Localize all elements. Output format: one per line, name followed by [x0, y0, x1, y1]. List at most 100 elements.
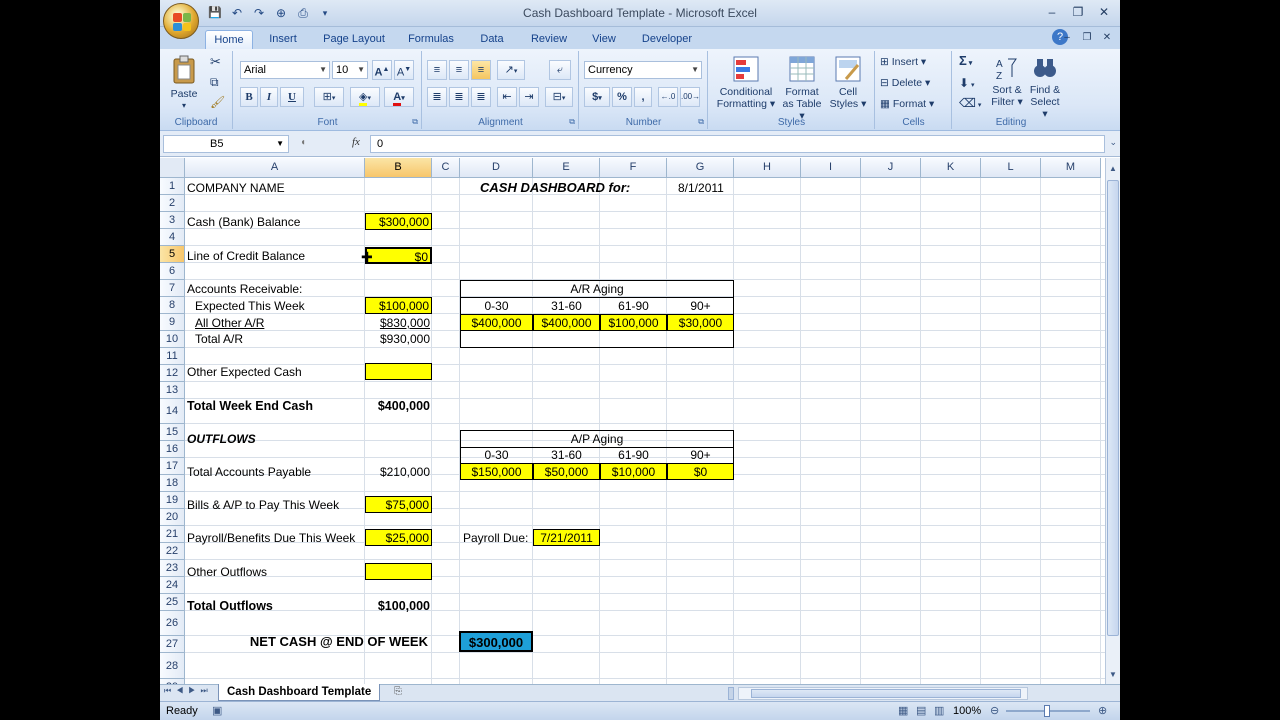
row-header-4[interactable]: 4 — [160, 229, 185, 246]
sheet-tab-cash-dashboard[interactable]: Cash Dashboard Template — [218, 684, 381, 701]
tab-data[interactable]: Data — [470, 30, 514, 49]
cash-balance-value[interactable]: $300,000 — [365, 213, 432, 230]
other-outflows-value[interactable] — [365, 563, 432, 580]
dashboard-date-cell[interactable]: 8/1/2011 — [678, 180, 724, 196]
ap-value-0-30[interactable]: $150,000 — [460, 463, 533, 480]
payroll-due-value[interactable]: $25,000 — [365, 529, 432, 546]
paste-button[interactable]: Paste ▾ — [166, 55, 202, 115]
copy-icon[interactable]: ⧉ — [210, 76, 219, 88]
expected-this-week-label[interactable]: Expected This Week — [195, 298, 305, 314]
align-top-icon[interactable]: ≡ — [427, 60, 447, 80]
delete-cells-button[interactable]: ⊟ Delete ▾ — [880, 77, 930, 89]
row-header-9[interactable]: 9 — [160, 314, 185, 331]
total-ar-value[interactable]: $930,000 — [365, 331, 432, 347]
total-ap-value[interactable]: $210,000 — [365, 464, 432, 480]
column-header-c[interactable]: C — [432, 158, 460, 178]
italic-button[interactable]: I — [260, 87, 278, 107]
cash-balance-label[interactable]: Cash (Bank) Balance — [187, 214, 300, 230]
other-expected-cash-value[interactable] — [365, 363, 432, 380]
column-header-i[interactable]: I — [801, 158, 861, 178]
name-box[interactable]: B5 ▼ — [163, 135, 289, 153]
font-size-select[interactable]: 10 ▼ — [332, 61, 368, 79]
column-header-d[interactable]: D — [460, 158, 533, 178]
clear-button[interactable]: ⌫ ▾ — [959, 97, 981, 112]
insert-cells-button[interactable]: ⊞ Insert ▾ — [880, 56, 926, 68]
underline-button[interactable]: U — [280, 87, 304, 107]
row-header-11[interactable]: 11 — [160, 348, 185, 365]
ar-value-0-30[interactable]: $400,000 — [460, 314, 533, 331]
row-header-12[interactable]: 12 — [160, 365, 185, 382]
borders-button[interactable]: ⊞▾ — [314, 87, 344, 107]
align-middle-icon[interactable]: ≡ — [449, 60, 469, 80]
first-sheet-icon[interactable]: ⏮ — [164, 686, 176, 695]
format-as-table-button[interactable]: Format as Table ▾ — [779, 55, 825, 122]
row-header-3[interactable]: 3 — [160, 212, 185, 229]
scroll-up-icon[interactable]: ▲ — [1107, 162, 1119, 176]
company-name-cell[interactable]: COMPANY NAME — [187, 180, 285, 196]
minimize-button[interactable]: ‒ — [1040, 3, 1064, 21]
row-header-28[interactable]: 28 — [160, 653, 185, 679]
row-header-16[interactable]: 16 — [160, 441, 185, 458]
paste-dropdown-icon[interactable]: ▾ — [166, 100, 202, 112]
ar-bucket-61-90[interactable]: 61-90 — [600, 298, 667, 314]
row-header-10[interactable]: 10 — [160, 331, 185, 348]
zoom-level[interactable]: 100% — [953, 702, 981, 720]
row-header-17[interactable]: 17 — [160, 458, 185, 475]
ap-aging-title[interactable]: A/P Aging — [460, 431, 734, 447]
total-ap-label[interactable]: Total Accounts Payable — [187, 464, 311, 480]
total-ar-label[interactable]: Total A/R — [195, 331, 243, 347]
normal-view-icon[interactable]: ▦ — [898, 702, 908, 720]
column-header-h[interactable]: H — [734, 158, 801, 178]
workbook-minimize-button[interactable]: ‒ — [1058, 30, 1076, 46]
row-header-23[interactable]: 23 — [160, 560, 185, 577]
scroll-thumb[interactable] — [1107, 180, 1119, 636]
align-center-icon[interactable]: ≣ — [449, 87, 469, 107]
horizontal-scrollbar[interactable] — [738, 687, 1028, 700]
row-header-6[interactable]: 6 — [160, 263, 185, 280]
number-format-select[interactable]: Currency ▼ — [584, 61, 702, 79]
payroll-due-date-label[interactable]: Payroll Due: — [463, 530, 528, 546]
column-header-e[interactable]: E — [533, 158, 600, 178]
ar-bucket-31-60[interactable]: 31-60 — [533, 298, 600, 314]
row-header-1[interactable]: 1 — [160, 178, 185, 195]
restore-button[interactable]: ❐ — [1066, 3, 1090, 21]
ap-bucket-61-90[interactable]: 61-90 — [600, 447, 667, 463]
row-header-7[interactable]: 7 — [160, 280, 185, 297]
insert-function-icon[interactable]: fx — [352, 136, 360, 148]
wrap-text-icon[interactable]: ⤶ — [549, 60, 571, 80]
format-painter-icon[interactable]: 🖌 — [210, 96, 225, 108]
sort-filter-button[interactable]: AZ Sort & Filter ▾ — [989, 55, 1025, 108]
row-header-8[interactable]: 8 — [160, 297, 185, 314]
row-header-18[interactable]: 18 — [160, 475, 185, 492]
row-header-26[interactable]: 26 — [160, 611, 185, 636]
net-cash-label[interactable]: NET CASH @ END OF WEEK — [187, 634, 428, 650]
ar-value-90-plus[interactable]: $30,000 — [667, 314, 734, 331]
tab-formulas[interactable]: Formulas — [403, 30, 459, 49]
ap-value-61-90[interactable]: $10,000 — [600, 463, 667, 480]
net-cash-value[interactable]: $300,000 — [459, 631, 533, 652]
next-sheet-icon[interactable]: ▶ — [188, 686, 200, 695]
format-cells-button[interactable]: ▦ Format ▾ — [880, 98, 934, 110]
column-header-j[interactable]: J — [861, 158, 921, 178]
ap-bucket-90-plus[interactable]: 90+ — [667, 447, 734, 463]
zoom-slider-thumb[interactable] — [1044, 705, 1050, 717]
row-header-14[interactable]: 14 — [160, 399, 185, 424]
row-header-2[interactable]: 2 — [160, 195, 185, 212]
page-break-view-icon[interactable]: ▥ — [934, 702, 944, 720]
row-header-27[interactable]: 27 — [160, 636, 185, 653]
close-button[interactable]: ✕ — [1092, 3, 1116, 21]
percent-style-button[interactable]: % — [612, 87, 632, 107]
ar-value-31-60[interactable]: $400,000 — [533, 314, 600, 331]
scroll-down-icon[interactable]: ▼ — [1107, 668, 1119, 682]
expected-this-week-value[interactable]: $100,000 — [365, 297, 432, 314]
decrease-indent-icon[interactable]: ⇤ — [497, 87, 517, 107]
ar-aging-title[interactable]: A/R Aging — [460, 281, 734, 297]
align-bottom-icon[interactable]: ≡ — [471, 60, 491, 80]
all-other-ar-label[interactable]: All Other A/R — [195, 315, 264, 331]
workbook-restore-button[interactable]: ❐ — [1078, 30, 1096, 46]
page-layout-view-icon[interactable]: ▤ — [916, 702, 926, 720]
column-header-b[interactable]: B — [365, 158, 432, 178]
total-outflows-label[interactable]: Total Outflows — [187, 598, 273, 614]
orientation-icon[interactable]: ↗▾ — [497, 60, 525, 80]
column-header-m[interactable]: M — [1041, 158, 1101, 178]
